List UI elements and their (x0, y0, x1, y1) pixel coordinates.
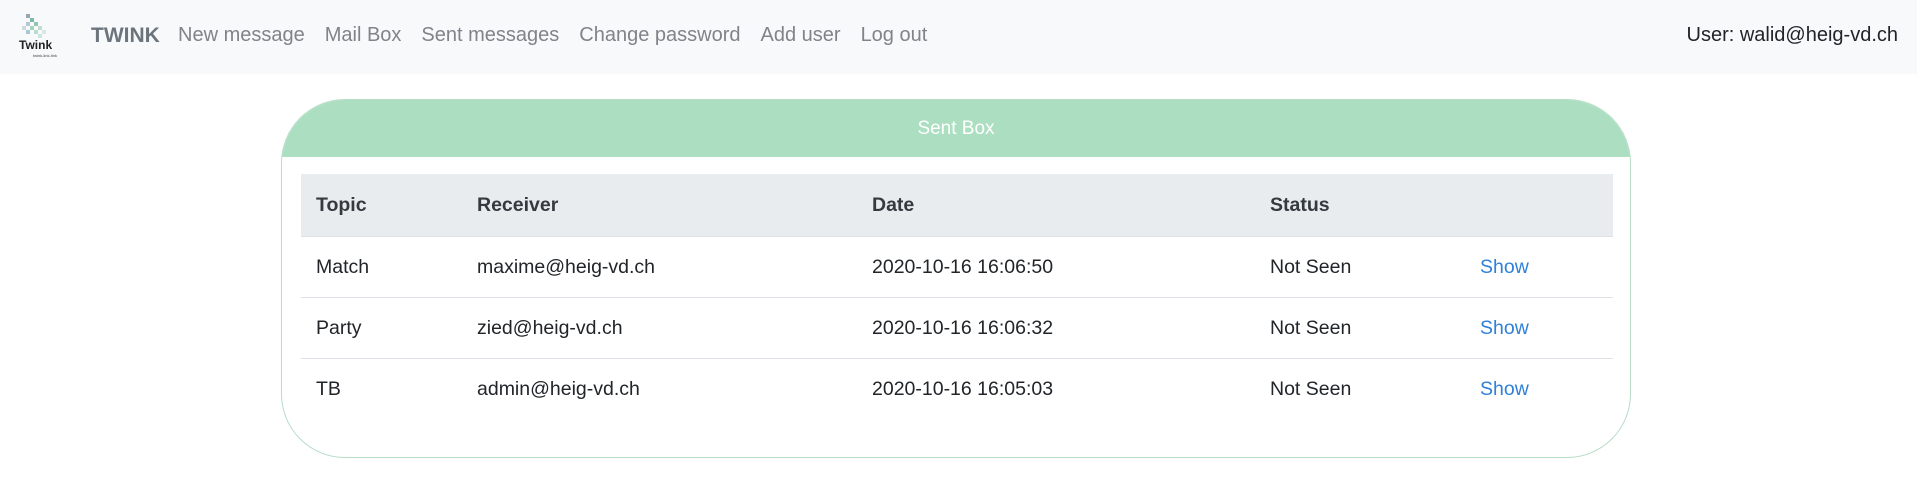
column-header-receiver: Receiver (462, 174, 857, 237)
cell-receiver: zied@heig-vd.ch (462, 297, 857, 359)
cell-action: Show (1465, 297, 1613, 359)
nav-add-user[interactable]: Add user (761, 24, 841, 47)
sent-messages-table: Topic Receiver Date Status Match maxime@… (301, 174, 1613, 419)
column-header-action (1465, 174, 1613, 237)
nav-links: New message Mail Box Sent messages Chang… (178, 24, 947, 47)
brand-link[interactable]: TWINK (91, 24, 160, 48)
navbar: Twink twink-link-tink TWINK New message … (0, 0, 1917, 74)
show-message-link[interactable]: Show (1480, 378, 1529, 400)
cell-date: 2020-10-16 16:06:50 (857, 236, 1255, 298)
table-header-row: Topic Receiver Date Status (301, 174, 1613, 237)
column-header-status: Status (1255, 174, 1465, 237)
logo-text: Twink (19, 38, 53, 52)
twink-logo[interactable]: Twink twink-link-tink (16, 14, 62, 60)
column-header-topic: Topic (301, 174, 462, 237)
table-row: TB admin@heig-vd.ch 2020-10-16 16:05:03 … (301, 359, 1613, 420)
cell-topic: Match (301, 236, 462, 298)
cell-topic: TB (316, 377, 341, 400)
logo-tagline: twink-link-tink (33, 53, 58, 58)
nav-new-message[interactable]: New message (178, 24, 305, 47)
sent-box-title: Sent Box (282, 100, 1630, 157)
cell-date: 2020-10-16 16:05:03 (872, 377, 1054, 400)
sent-box-card: Sent Box Topic Receiver Date Status Matc… (281, 99, 1631, 458)
cell-topic: Party (301, 297, 462, 359)
cell-status: Not Seen (1270, 377, 1352, 400)
cell-date: 2020-10-16 16:06:32 (857, 297, 1255, 359)
cell-status: Not Seen (1255, 297, 1465, 359)
cell-action: Show (1465, 359, 1613, 420)
nav-change-password[interactable]: Change password (579, 24, 740, 47)
table-row: Party zied@heig-vd.ch 2020-10-16 16:06:3… (301, 297, 1613, 359)
column-header-date: Date (857, 174, 1255, 237)
nav-log-out[interactable]: Log out (861, 24, 928, 47)
current-user-label: User: walid@heig-vd.ch (1686, 24, 1899, 46)
show-message-link[interactable]: Show (1480, 317, 1529, 339)
cell-status: Not Seen (1255, 236, 1465, 298)
cell-receiver: admin@heig-vd.ch (477, 377, 640, 400)
nav-mail-box[interactable]: Mail Box (325, 24, 402, 47)
nav-sent-messages[interactable]: Sent messages (421, 24, 559, 47)
cell-action: Show (1465, 236, 1613, 298)
cell-receiver: maxime@heig-vd.ch (462, 236, 857, 298)
table-row: Match maxime@heig-vd.ch 2020-10-16 16:06… (301, 236, 1613, 298)
show-message-link[interactable]: Show (1480, 256, 1529, 278)
